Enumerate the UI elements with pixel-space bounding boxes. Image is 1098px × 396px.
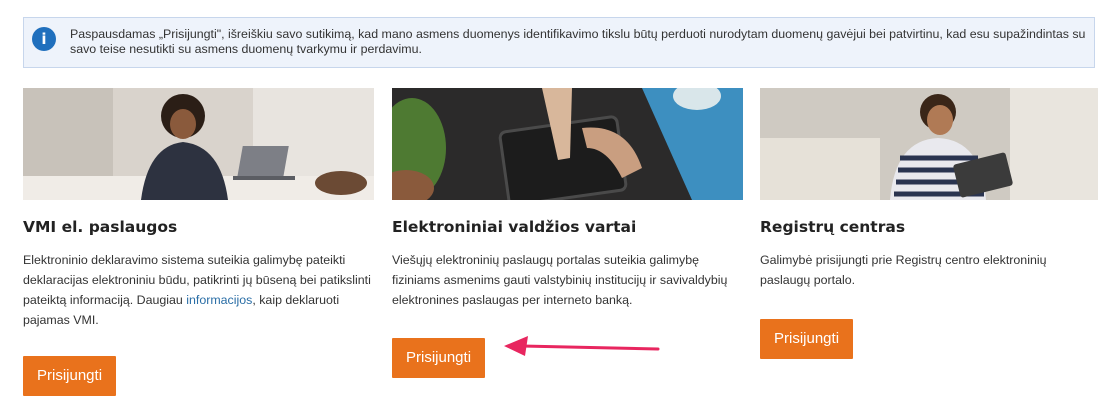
card-title: VMI el. paslaugos	[23, 218, 178, 236]
card-description: Elektroninio deklaravimo sistema suteiki…	[23, 253, 371, 327]
card-evv: Elektroniniai valdžios vartai Viešųjų el…	[392, 88, 743, 310]
evv-photo	[392, 88, 743, 200]
card-title: Elektroniniai valdžios vartai	[392, 218, 637, 236]
info-icon: i	[32, 27, 56, 51]
vmi-login-button[interactable]: Prisijungti	[23, 356, 117, 396]
registru-centras-photo	[760, 88, 1098, 200]
info-link[interactable]: informacijos	[186, 293, 252, 307]
vmi-photo	[23, 88, 374, 200]
card-title: Registrų centras	[760, 218, 906, 236]
card-description: Viešųjų elektroninių paslaugų portalas s…	[392, 253, 728, 307]
registru-centras-login-button[interactable]: Prisijungti	[760, 319, 854, 359]
pointer-arrow-icon	[504, 336, 660, 356]
evv-login-button[interactable]: Prisijungti	[392, 338, 486, 378]
card-registru-centras: Registrų centras Galimybė prisijungti pr…	[760, 88, 1098, 290]
consent-text: Paspausdamas „Prisijungti", išreiškiu sa…	[70, 27, 1086, 56]
consent-notice: i Paspausdamas „Prisijungti", išreiškiu …	[23, 17, 1095, 68]
card-description: Galimybė prisijungti prie Registrų centr…	[760, 253, 1047, 287]
card-vmi: VMI el. paslaugos Elektroninio deklaravi…	[23, 88, 374, 330]
